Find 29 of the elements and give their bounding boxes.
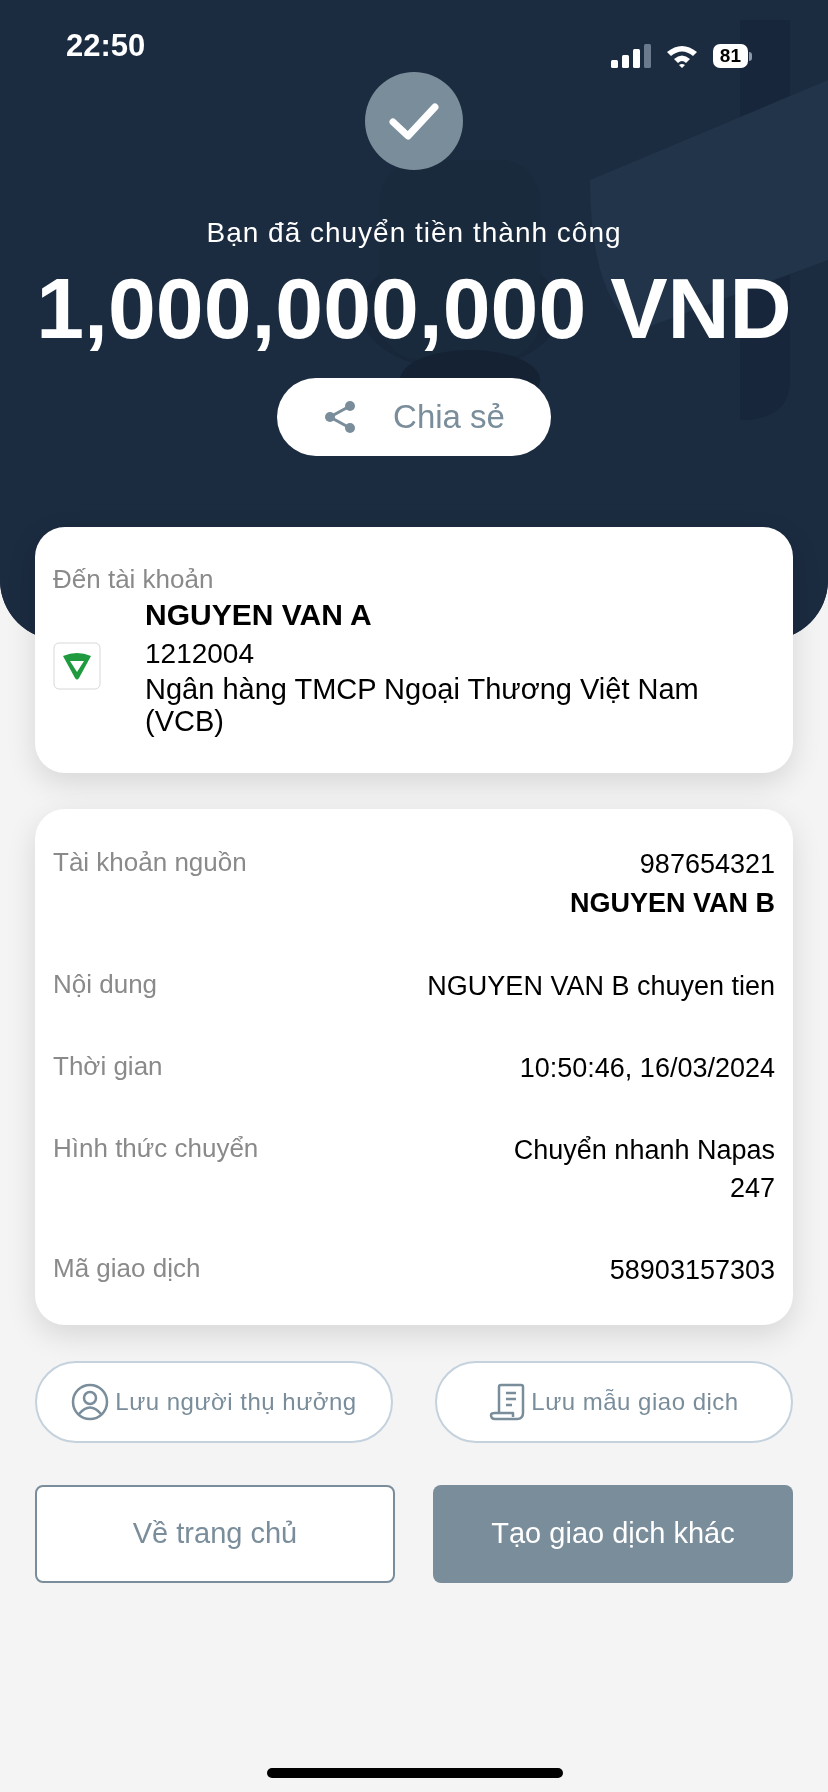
home-button[interactable]: Về trang chủ [35,1485,395,1583]
person-icon [71,1383,110,1421]
transfer-amount: 1,000,000,000 VND [35,259,793,358]
detail-value: 58903157303 [609,1254,775,1287]
success-message: Bạn đã chuyển tiền thành công [205,216,623,250]
signal-icon [610,44,651,68]
share-icon [323,400,358,434]
detail-label: Thời gian [53,1050,163,1083]
detail-value: Chuyển nhanh Napas 247 [513,1134,775,1205]
detail-label: Hình thức chuyển [53,1132,259,1165]
save-template-button[interactable]: Lưu mẫu giao dịch [435,1361,793,1443]
detail-value: 987654321 [639,848,775,881]
success-check-icon [365,72,463,170]
share-button[interactable]: Chia sẻ [277,378,551,456]
detail-label: Nội dung [53,968,158,1001]
detail-value: 10:50:46, 16/03/2024 [519,1052,775,1085]
detail-label: Mã giao dịch [53,1252,201,1285]
recipient-bank-name: Ngân hàng TMCP Ngoại Thương Việt Nam (VCB) [145,673,700,737]
detail-value: NGUYEN VAN B [569,887,775,920]
bank-logo-icon [53,642,101,690]
recipient-account-number: 1212004 [145,637,255,671]
recipient-name: NGUYEN VAN A [145,597,373,633]
recipient-heading: Đến tài khoản [53,563,215,595]
status-time: 22:50 [66,26,146,65]
detail-value: NGUYEN VAN B chuyen tien [427,970,775,1003]
receipt-icon [489,1383,526,1421]
detail-label: Tài khoản nguồn [53,846,247,879]
new-transaction-button[interactable]: Tạo giao dịch khác [433,1485,793,1583]
save-beneficiary-button[interactable]: Lưu người thụ hưởng [35,1361,393,1443]
